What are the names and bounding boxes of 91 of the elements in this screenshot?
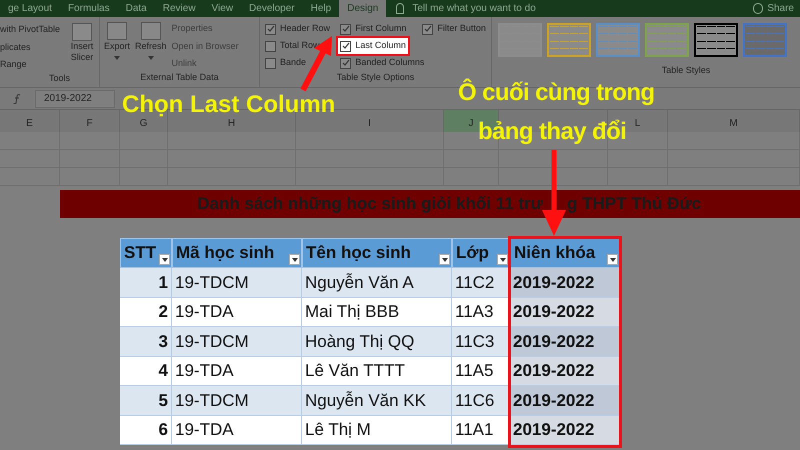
group-label: Tools bbox=[48, 72, 70, 84]
table-cell: 11C3 bbox=[452, 327, 510, 356]
banner-title: Danh sách những học sinh giỏi khối 11 trư bbox=[197, 193, 543, 216]
table-cell: 2019-2022 bbox=[510, 268, 620, 298]
table-cell: 11C6 bbox=[452, 386, 510, 416]
filter-dropdown-icon[interactable] bbox=[607, 254, 618, 265]
ribbon-tab[interactable]: Review bbox=[154, 0, 204, 17]
group-label: Table Styles bbox=[662, 64, 710, 77]
checkbox[interactable]: Header Row bbox=[263, 21, 332, 37]
filter-dropdown-icon[interactable] bbox=[439, 254, 450, 265]
slicer-icon bbox=[72, 23, 92, 41]
table-cell: 11A1 bbox=[452, 416, 510, 445]
table-cell: 11C2 bbox=[452, 268, 510, 298]
table-cell: 2019-2022 bbox=[510, 356, 620, 386]
ribbon-command[interactable]: Range bbox=[0, 58, 27, 72]
table-header-cell-text: Lớp bbox=[455, 242, 489, 264]
document-refresh-icon bbox=[140, 22, 161, 40]
group-label: External Table Data bbox=[140, 70, 219, 84]
table-cell: 19-TDA bbox=[172, 416, 302, 445]
table-style-swatch[interactable] bbox=[596, 23, 640, 57]
ribbon-tab[interactable]: Design bbox=[339, 0, 386, 17]
checkbox[interactable]: First Column bbox=[338, 21, 408, 37]
table-style-swatch[interactable] bbox=[694, 23, 738, 57]
table-cell: 2 bbox=[120, 298, 172, 327]
table-cell: 2019-2022 bbox=[510, 327, 620, 356]
checkmark-icon bbox=[342, 59, 350, 67]
checkmark-icon bbox=[342, 25, 350, 33]
table-style-swatch[interactable] bbox=[547, 23, 591, 57]
ribbon-tab[interactable]: Formulas bbox=[60, 0, 118, 17]
table-style-swatch[interactable] bbox=[743, 23, 787, 57]
ribbon-tab[interactable]: Help bbox=[302, 0, 340, 17]
annotation-text: Ô cuối cùng trong bbox=[458, 81, 654, 105]
person-icon[interactable] bbox=[753, 3, 764, 14]
checkmark-icon bbox=[424, 25, 432, 33]
banner-title: g THPT Thủ Đức bbox=[567, 193, 702, 216]
ribbon-tab[interactable]: Developer bbox=[241, 0, 303, 17]
table-cell: 3 bbox=[120, 327, 172, 356]
table-cell: Lê Thị M bbox=[302, 416, 452, 445]
table-header-cell-text: STT bbox=[123, 242, 156, 264]
table-cell: 1 bbox=[120, 268, 172, 298]
group-label: Table Style Options bbox=[336, 71, 414, 84]
table-cell: Lê Văn TTTT bbox=[302, 356, 452, 386]
filter-dropdown-icon[interactable] bbox=[159, 254, 170, 265]
table-cell: 19-TDA bbox=[172, 298, 302, 327]
table-cell: 11A5 bbox=[452, 356, 510, 386]
column-header[interactable]: F bbox=[60, 110, 120, 132]
insert-slicer-button[interactable]: Insert Slicer bbox=[66, 41, 98, 63]
table-export-icon bbox=[107, 22, 127, 40]
table-cell: 2019-2022 bbox=[510, 386, 620, 416]
checkbox[interactable]: Bande bbox=[263, 55, 308, 71]
checkbox[interactable]: Filter Button bbox=[420, 21, 488, 37]
checkbox[interactable]: Banded Columns bbox=[338, 55, 426, 71]
table-header-cell-text: Mã học sinh bbox=[175, 242, 274, 264]
ribbon-command[interactable]: plicates bbox=[0, 40, 31, 54]
ribbon-tab[interactable]: Data bbox=[118, 0, 155, 17]
table-style-swatch[interactable] bbox=[645, 23, 689, 57]
checkmark-icon bbox=[266, 25, 274, 33]
filter-dropdown-icon[interactable] bbox=[497, 254, 508, 265]
table-cell: Hoàng Thị QQ bbox=[302, 327, 452, 356]
table-cell: 4 bbox=[120, 356, 172, 386]
ribbon-tab[interactable]: View bbox=[204, 0, 242, 17]
table-cell: 19-TDCM bbox=[172, 268, 302, 298]
ribbon-command[interactable]: with PivotTable bbox=[0, 23, 60, 36]
table-cell: 11A3 bbox=[452, 298, 510, 327]
table-cell: 19-TDCM bbox=[172, 327, 302, 356]
table-cell: Nguyễn Văn A bbox=[302, 268, 452, 298]
table-cell: 2019-2022 bbox=[510, 298, 620, 327]
table-cell: Mai Thị BBB bbox=[302, 298, 452, 327]
lightbulb-icon[interactable] bbox=[396, 3, 404, 14]
table-cell: 19-TDCM bbox=[172, 386, 302, 416]
checkbox[interactable]: Last Column bbox=[338, 38, 408, 54]
refresh-button[interactable]: Refresh bbox=[135, 40, 167, 54]
table-header-cell-text: Tên học sinh bbox=[305, 242, 411, 264]
formula-field[interactable]: 2019-2022 bbox=[35, 90, 115, 108]
table-cell: Nguyễn Văn KK bbox=[302, 386, 452, 416]
export-button[interactable]: Export bbox=[104, 40, 130, 54]
caret-icon bbox=[148, 56, 154, 60]
table-cell: 5 bbox=[120, 386, 172, 416]
share-button[interactable]: Share bbox=[767, 0, 794, 17]
function-icon[interactable] bbox=[13, 94, 22, 104]
table-header-cell-text: Niên khóa bbox=[513, 242, 596, 264]
ribbon-tab[interactable]: ge Layout bbox=[0, 0, 60, 17]
checkmark-icon bbox=[342, 42, 350, 50]
table-cell: 6 bbox=[120, 416, 172, 445]
column-header[interactable]: M bbox=[668, 110, 800, 132]
tell-me-field[interactable]: Tell me what you want to do bbox=[412, 0, 536, 17]
filter-dropdown-icon[interactable] bbox=[289, 254, 300, 265]
caret-icon bbox=[114, 56, 120, 60]
table-cell: 2019-2022 bbox=[510, 416, 620, 445]
table-cell: 19-TDA bbox=[172, 356, 302, 386]
column-header[interactable]: E bbox=[0, 110, 60, 132]
